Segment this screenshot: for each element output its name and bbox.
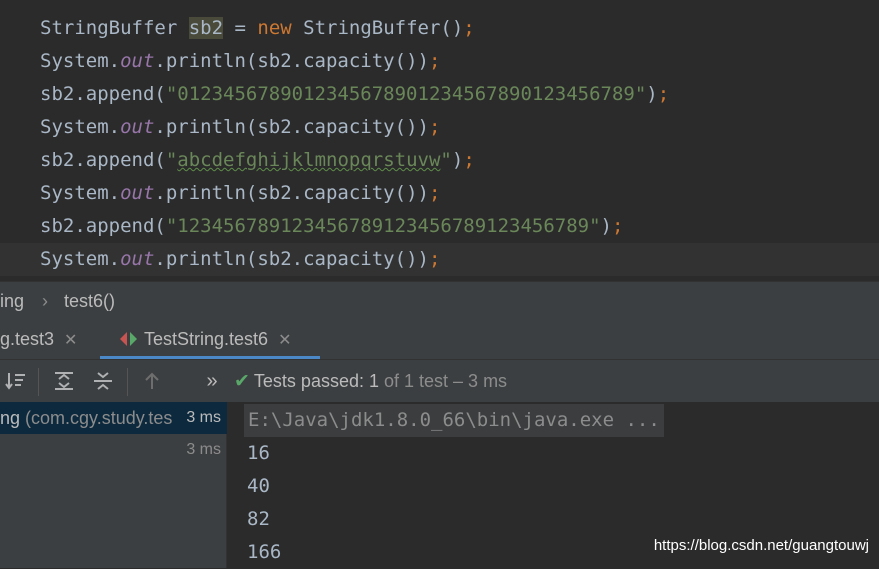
code-editor[interactable]: StringBuffer sb2 = new StringBuffer(); S…: [0, 0, 879, 281]
console-line: 16: [247, 442, 270, 464]
close-icon[interactable]: ✕: [64, 332, 77, 349]
toolbar-divider: [38, 368, 39, 396]
expand-all-icon[interactable]: [51, 368, 77, 394]
sort-icon[interactable]: [3, 368, 29, 394]
previous-failed-icon[interactable]: [139, 368, 165, 394]
code-line-1[interactable]: StringBuffer sb2 = new StringBuffer();: [40, 12, 475, 45]
tab-test6[interactable]: TestString.test6 ✕: [100, 319, 320, 359]
test-tree: ng (com.cgy.study.tes 3 ms 3 ms: [0, 402, 227, 568]
more-actions-icon[interactable]: »: [199, 368, 225, 394]
toolbar-divider: [127, 368, 128, 396]
typo-warning[interactable]: abcdefghijklmnopqrstuvw: [177, 149, 440, 171]
tab-test3[interactable]: g.test3 ✕: [0, 319, 77, 359]
code-line-6[interactable]: System.out.println(sb2.capacity());: [40, 177, 440, 210]
console-line: 40: [247, 475, 270, 497]
tree-item-child[interactable]: 3 ms: [0, 434, 227, 466]
tree-item-root[interactable]: ng (com.cgy.study.tes 3 ms: [0, 402, 227, 434]
breadcrumb-method[interactable]: test6(): [64, 282, 115, 320]
code-line-3[interactable]: sb2.append("0123456789012345678901234567…: [40, 78, 669, 111]
collapse-all-icon[interactable]: [90, 368, 116, 394]
code-line-2[interactable]: System.out.println(sb2.capacity());: [40, 45, 440, 78]
test-toolbar: » ✔ Tests passed: 1 of 1 test – 3 ms: [0, 359, 879, 403]
test-status: ✔ Tests passed: 1 of 1 test – 3 ms: [234, 371, 508, 392]
console-line: 166: [247, 541, 282, 563]
code-line-7[interactable]: sb2.append("1234567891234567891234567891…: [40, 210, 623, 243]
watermark: https://blog.csdn.net/guangtouwj: [653, 537, 869, 554]
code-line-4[interactable]: System.out.println(sb2.capacity());: [40, 111, 440, 144]
breadcrumb-class[interactable]: ing: [0, 282, 24, 320]
breadcrumb: ing › test6(): [0, 281, 879, 320]
console-line: 82: [247, 508, 270, 530]
run-tabs: g.test3 ✕ TestString.test6 ✕: [0, 319, 879, 359]
check-icon: ✔: [234, 371, 250, 392]
highlighted-identifier[interactable]: sb2: [188, 17, 224, 39]
code-line-5[interactable]: sb2.append("abcdefghijklmnopqrstuvw");: [40, 144, 475, 177]
console-command[interactable]: E:\Java\jdk1.8.0_66\bin\java.exe ...: [244, 404, 664, 437]
code-line-8-current[interactable]: System.out.println(sb2.capacity());: [0, 243, 879, 276]
test-diamond-icon: [120, 332, 137, 346]
breadcrumb-separator-icon: ›: [42, 291, 48, 311]
close-icon[interactable]: ✕: [278, 332, 291, 349]
